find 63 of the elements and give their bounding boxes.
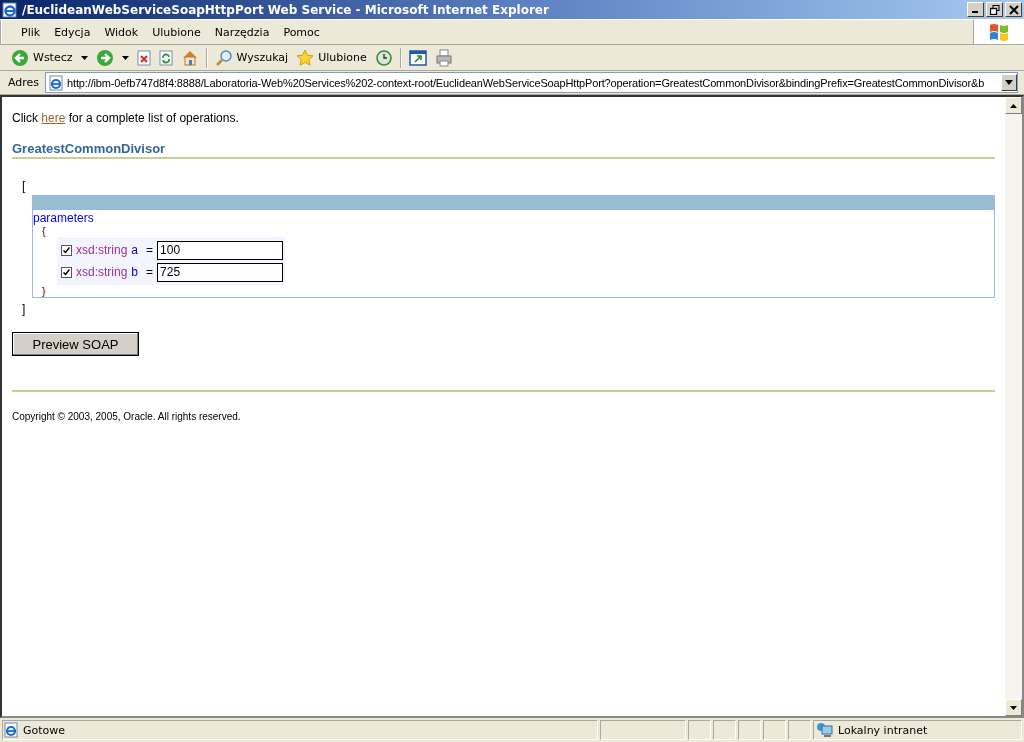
dropdown-caret-icon (80, 55, 88, 60)
security-zone-text: Lokalny intranet (838, 723, 928, 737)
field-name: a (131, 243, 139, 257)
caret-icon (1005, 80, 1013, 85)
status-text: Gotowe (23, 723, 66, 737)
minimize-button[interactable] (967, 2, 984, 17)
operation-heading: GreatestCommonDivisor (12, 141, 995, 159)
restore-button[interactable] (986, 2, 1003, 17)
open-bracket: [ (22, 179, 26, 193)
status-pane (713, 720, 736, 740)
equals-sign: = (146, 243, 154, 257)
copyright-text: Copyright © 2003, 2005, Oracle. All rights reserved. (12, 411, 242, 422)
refresh-icon (158, 49, 173, 66)
open-brace: { (42, 225, 46, 237)
page-icon (3, 722, 19, 738)
address-field[interactable]: http://ibm-0efb747d8f4:8888/Laboratoria-Web%20Services%202-context-root/EuclideanWebServiceSoapHttpPort?operation=GreatestCommonDivisor&bindingPrefix=GreatestCommonDivisor&b (45, 72, 1018, 93)
search-icon (214, 48, 233, 67)
printer-icon (434, 48, 453, 67)
dropdown-caret-icon (121, 55, 129, 60)
restore-icon (989, 4, 1000, 15)
star-icon (296, 48, 315, 67)
status-pane (738, 720, 761, 740)
window-title: /EuclideanWebServiceSoapHttpPort Web Service - Microsoft Internet Explorer (22, 2, 550, 17)
close-icon (1008, 4, 1019, 15)
status-pane (763, 720, 786, 740)
operations-link[interactable]: here (41, 111, 66, 125)
address-label: Adres (7, 76, 41, 89)
up-arrow-icon (1010, 103, 1017, 108)
field-name: b (131, 265, 139, 279)
close-bracket: ] (22, 302, 26, 316)
checkbox[interactable] (61, 266, 72, 278)
menu-item[interactable]: Ulubione (145, 25, 208, 39)
intro-text: Click here for a complete list of operations. (12, 111, 240, 125)
preview-soap-button[interactable]: Preview SOAP (12, 332, 139, 356)
page-icon (48, 74, 65, 91)
clock-icon (374, 48, 393, 67)
status-pane (788, 720, 811, 740)
dropdown-button[interactable] (1001, 74, 1017, 91)
close-button[interactable] (1005, 2, 1022, 17)
field-type: xsd:string (76, 265, 128, 279)
down-arrow-icon (1010, 705, 1017, 710)
checkbox[interactable] (61, 244, 72, 256)
menu-item[interactable]: Edycja (47, 25, 98, 39)
menu-item[interactable]: Plik (14, 25, 48, 39)
status-pane (688, 720, 711, 740)
window-icon (408, 48, 427, 67)
menu-item[interactable]: Narzędzia (207, 25, 277, 39)
stop-icon (136, 49, 151, 66)
equals-sign: = (146, 265, 154, 279)
parameters-label: parameters (33, 211, 94, 225)
close-brace: } (42, 285, 46, 297)
toolbar-button[interactable]: Wyszukaj (211, 46, 292, 69)
toolbar-button[interactable]: Wstecz (8, 46, 91, 69)
menu-item[interactable]: Pomoc (276, 25, 327, 39)
toolbar-button[interactable]: Ulubione (293, 46, 370, 69)
computer-icon (816, 722, 834, 738)
scroll-up-button[interactable] (1005, 97, 1022, 114)
menu-item[interactable]: Widok (97, 25, 146, 39)
vertical-scrollbar[interactable] (1005, 97, 1022, 716)
field-type: xsd:string (76, 243, 128, 257)
input-field[interactable]: 725 (157, 262, 284, 282)
input-field[interactable]: 100 (157, 240, 284, 260)
scroll-down-button[interactable] (1005, 699, 1022, 716)
